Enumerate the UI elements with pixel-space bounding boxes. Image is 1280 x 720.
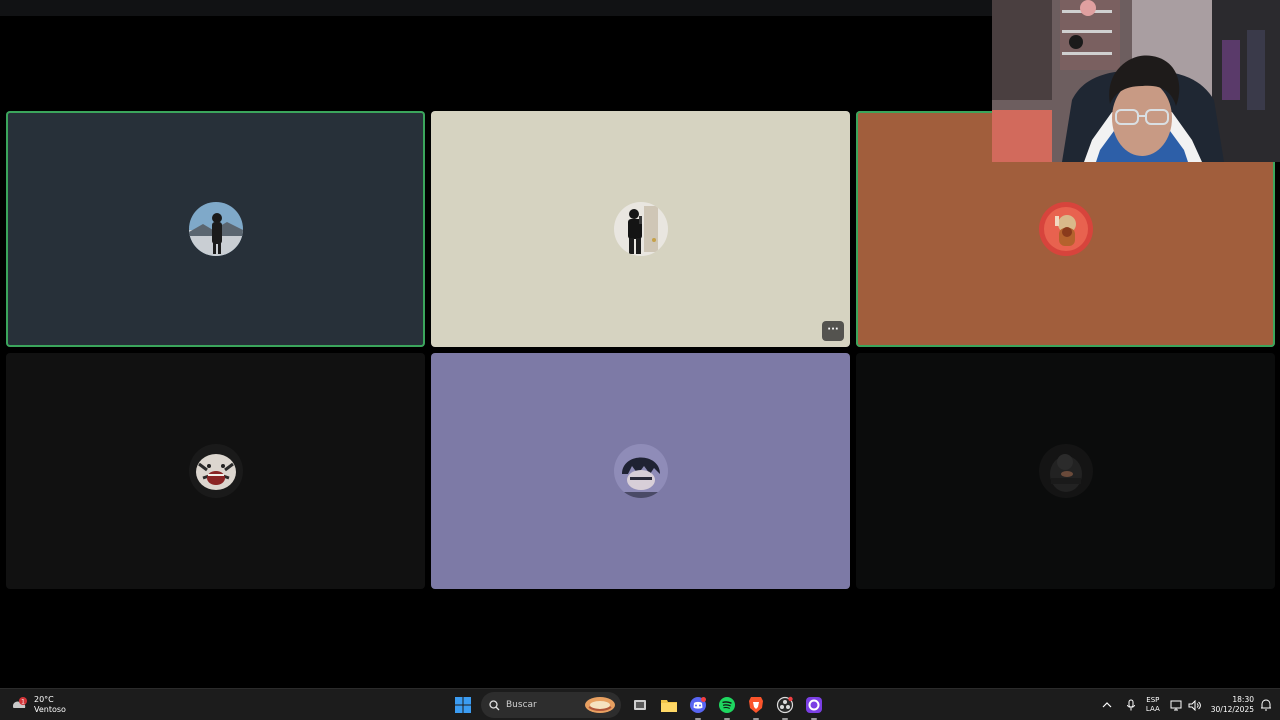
discord-icon bbox=[690, 697, 706, 713]
cortana-icon bbox=[806, 697, 822, 713]
weather-alert-count: 1 bbox=[21, 699, 25, 706]
network-button[interactable] bbox=[1170, 700, 1182, 711]
weather-temperature: 20°C bbox=[34, 695, 54, 704]
self-webcam-preview[interactable] bbox=[992, 0, 1280, 162]
notifications-button[interactable] bbox=[1260, 699, 1272, 711]
system-tray: ESP LAA 18:30 30/12/2025 bbox=[1102, 689, 1280, 720]
participant-avatar-5 bbox=[614, 444, 668, 498]
participant-tile-4[interactable] bbox=[6, 353, 425, 589]
brave-button[interactable] bbox=[743, 692, 769, 720]
search-icon bbox=[489, 699, 500, 710]
network-icon bbox=[1170, 700, 1182, 710]
start-button[interactable] bbox=[450, 692, 476, 718]
folder-icon bbox=[661, 700, 677, 712]
discord-button[interactable] bbox=[685, 692, 711, 720]
participant-tile-5[interactable] bbox=[431, 353, 850, 589]
tile-more-options-button[interactable]: ··· bbox=[822, 321, 844, 341]
clock-time: 18:30 bbox=[1232, 695, 1254, 704]
search-highlight-icon bbox=[585, 697, 615, 713]
taskbar-clock[interactable]: 18:30 30/12/2025 bbox=[1211, 695, 1254, 715]
obs-icon bbox=[776, 696, 794, 714]
spotify-button[interactable] bbox=[714, 692, 740, 720]
weather-condition: Ventoso bbox=[34, 705, 66, 714]
search-placeholder: Buscar bbox=[506, 700, 537, 710]
windows-logo-icon bbox=[455, 697, 471, 713]
microphone-icon bbox=[1126, 699, 1135, 711]
task-view-button[interactable] bbox=[627, 692, 653, 718]
weather-alert-icon: 1 bbox=[10, 696, 28, 714]
taskbar-center: Buscar bbox=[450, 692, 830, 720]
participant-avatar-4 bbox=[189, 444, 243, 498]
microphone-button[interactable] bbox=[1126, 699, 1136, 711]
circle-app-button[interactable] bbox=[801, 692, 827, 720]
participant-avatar-1 bbox=[189, 202, 243, 256]
volume-icon bbox=[1188, 699, 1201, 711]
participant-avatar-2 bbox=[614, 202, 668, 256]
taskbar-search-box[interactable]: Buscar bbox=[481, 692, 621, 718]
participant-tile-2[interactable]: ··· bbox=[431, 111, 850, 347]
language-line-1: ESP bbox=[1146, 696, 1160, 704]
participant-tile-1[interactable] bbox=[6, 111, 425, 347]
participant-avatar-3 bbox=[1039, 202, 1093, 256]
screen: ··· 1 20°C Ventoso Buscar ESP LAA 18:30 … bbox=[0, 0, 1280, 720]
chevron-up-icon bbox=[1102, 702, 1112, 708]
notification-bell-icon bbox=[1261, 699, 1271, 711]
brave-icon bbox=[749, 697, 763, 713]
weather-widget[interactable]: 1 20°C Ventoso bbox=[10, 693, 66, 717]
spotify-icon bbox=[719, 697, 735, 713]
task-view-icon bbox=[634, 700, 646, 710]
file-explorer-button[interactable] bbox=[656, 692, 682, 718]
language-line-2: LAA bbox=[1145, 705, 1160, 713]
clock-date: 30/12/2025 bbox=[1210, 705, 1254, 714]
show-hidden-icons-button[interactable] bbox=[1102, 701, 1112, 709]
language-indicator[interactable]: ESP LAA bbox=[1146, 696, 1160, 714]
volume-button[interactable] bbox=[1188, 699, 1201, 711]
obs-button[interactable] bbox=[772, 692, 798, 720]
participant-avatar-6 bbox=[1039, 444, 1093, 498]
participant-tile-6[interactable] bbox=[856, 353, 1275, 589]
windows-taskbar: 1 20°C Ventoso Buscar ESP LAA 18:30 30/1… bbox=[0, 688, 1280, 720]
